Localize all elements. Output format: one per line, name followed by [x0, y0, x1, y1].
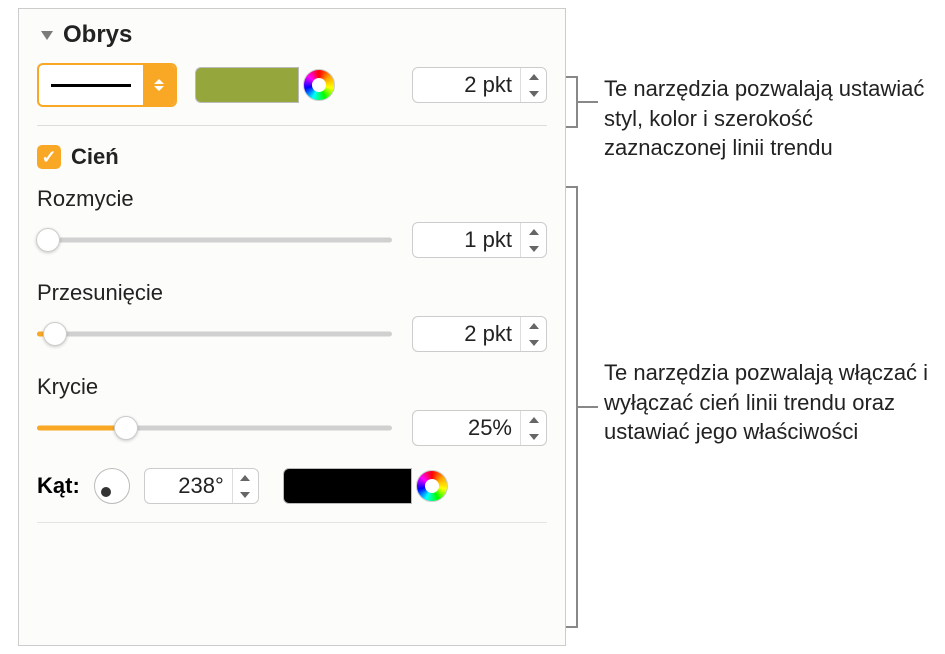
blur-slider[interactable]: [37, 228, 392, 252]
blur-label: Rozmycie: [37, 186, 547, 212]
step-down-icon[interactable]: [521, 428, 546, 445]
shadow-label: Cień: [71, 144, 119, 170]
step-up-icon[interactable]: [521, 317, 546, 334]
step-down-icon[interactable]: [521, 85, 546, 102]
slider-fill: [37, 426, 126, 431]
angle-wheel[interactable]: [94, 468, 130, 504]
opacity-value-field[interactable]: 25%: [412, 410, 547, 446]
angle-label: Kąt:: [37, 473, 80, 499]
opacity-value[interactable]: 25%: [413, 415, 520, 441]
opacity-row: 25%: [37, 410, 547, 446]
stroke-width-field[interactable]: 2 pkt: [412, 67, 547, 103]
callout-line-icon: [578, 406, 598, 408]
angle-row: Kąt: 238°: [37, 468, 547, 504]
offset-row: 2 pkt: [37, 316, 547, 352]
angle-stepper[interactable]: [232, 469, 258, 503]
step-down-icon[interactable]: [521, 334, 546, 351]
blur-value-field[interactable]: 1 pkt: [412, 222, 547, 258]
offset-value[interactable]: 2 pkt: [413, 321, 520, 347]
offset-value-field[interactable]: 2 pkt: [412, 316, 547, 352]
stroke-width-value[interactable]: 2 pkt: [413, 72, 520, 98]
stroke-section-header[interactable]: Obrys: [37, 21, 547, 49]
blur-stepper[interactable]: [520, 223, 546, 257]
opacity-slider[interactable]: [37, 416, 392, 440]
opacity-label: Krycie: [37, 374, 547, 400]
line-style-picker[interactable]: [37, 63, 177, 107]
offset-slider[interactable]: [37, 322, 392, 346]
slider-thumb[interactable]: [43, 322, 67, 346]
opacity-stepper[interactable]: [520, 411, 546, 445]
slider-track: [37, 332, 392, 337]
stroke-title: Obrys: [63, 21, 132, 49]
step-up-icon[interactable]: [233, 469, 258, 486]
stroke-controls-row: 2 pkt: [37, 63, 547, 107]
stroke-width-stepper[interactable]: [520, 68, 546, 102]
color-wheel-icon[interactable]: [416, 470, 448, 502]
divider: [37, 522, 547, 523]
angle-value[interactable]: 238°: [145, 473, 232, 499]
color-wheel-icon[interactable]: [303, 69, 335, 101]
step-down-icon[interactable]: [233, 486, 258, 503]
chevron-up-icon: [154, 79, 164, 84]
chevron-down-icon: [154, 86, 164, 91]
callout-bracket-icon: [566, 76, 578, 128]
blur-row: 1 pkt: [37, 222, 547, 258]
callouts-region: Te narzędzia pozwalają ustawiać styl, ko…: [580, 8, 935, 646]
angle-indicator-icon: [101, 487, 111, 497]
blur-value[interactable]: 1 pkt: [413, 227, 520, 253]
shadow-color-picker[interactable]: [283, 468, 448, 504]
slider-thumb[interactable]: [36, 228, 60, 252]
slider-thumb[interactable]: [114, 416, 138, 440]
shadow-checkbox-row[interactable]: Cień: [37, 144, 547, 170]
stroke-color-swatch[interactable]: [195, 67, 299, 103]
step-up-icon[interactable]: [521, 68, 546, 85]
slider-track: [37, 238, 392, 243]
shadow-checkbox[interactable]: [37, 145, 61, 169]
callout-stroke-text: Te narzędzia pozwalają ustawiać styl, ko…: [604, 74, 935, 163]
divider: [37, 125, 547, 126]
offset-label: Przesunięcie: [37, 280, 547, 306]
style-panel: Obrys 2 pkt Cień Ro: [18, 8, 566, 646]
angle-value-field[interactable]: 238°: [144, 468, 259, 504]
line-style-stepper[interactable]: [143, 65, 175, 105]
step-up-icon[interactable]: [521, 223, 546, 240]
callout-bracket-icon: [566, 186, 578, 628]
offset-stepper[interactable]: [520, 317, 546, 351]
callout-line-icon: [578, 101, 598, 103]
disclosure-triangle-icon: [41, 31, 53, 40]
step-down-icon[interactable]: [521, 240, 546, 257]
line-style-preview: [39, 84, 143, 87]
stroke-color-picker[interactable]: [195, 67, 335, 103]
shadow-color-swatch[interactable]: [283, 468, 412, 504]
callout-shadow-text: Te narzędzia pozwalają włączać i wyłącza…: [604, 358, 935, 447]
line-sample-icon: [51, 84, 131, 87]
step-up-icon[interactable]: [521, 411, 546, 428]
